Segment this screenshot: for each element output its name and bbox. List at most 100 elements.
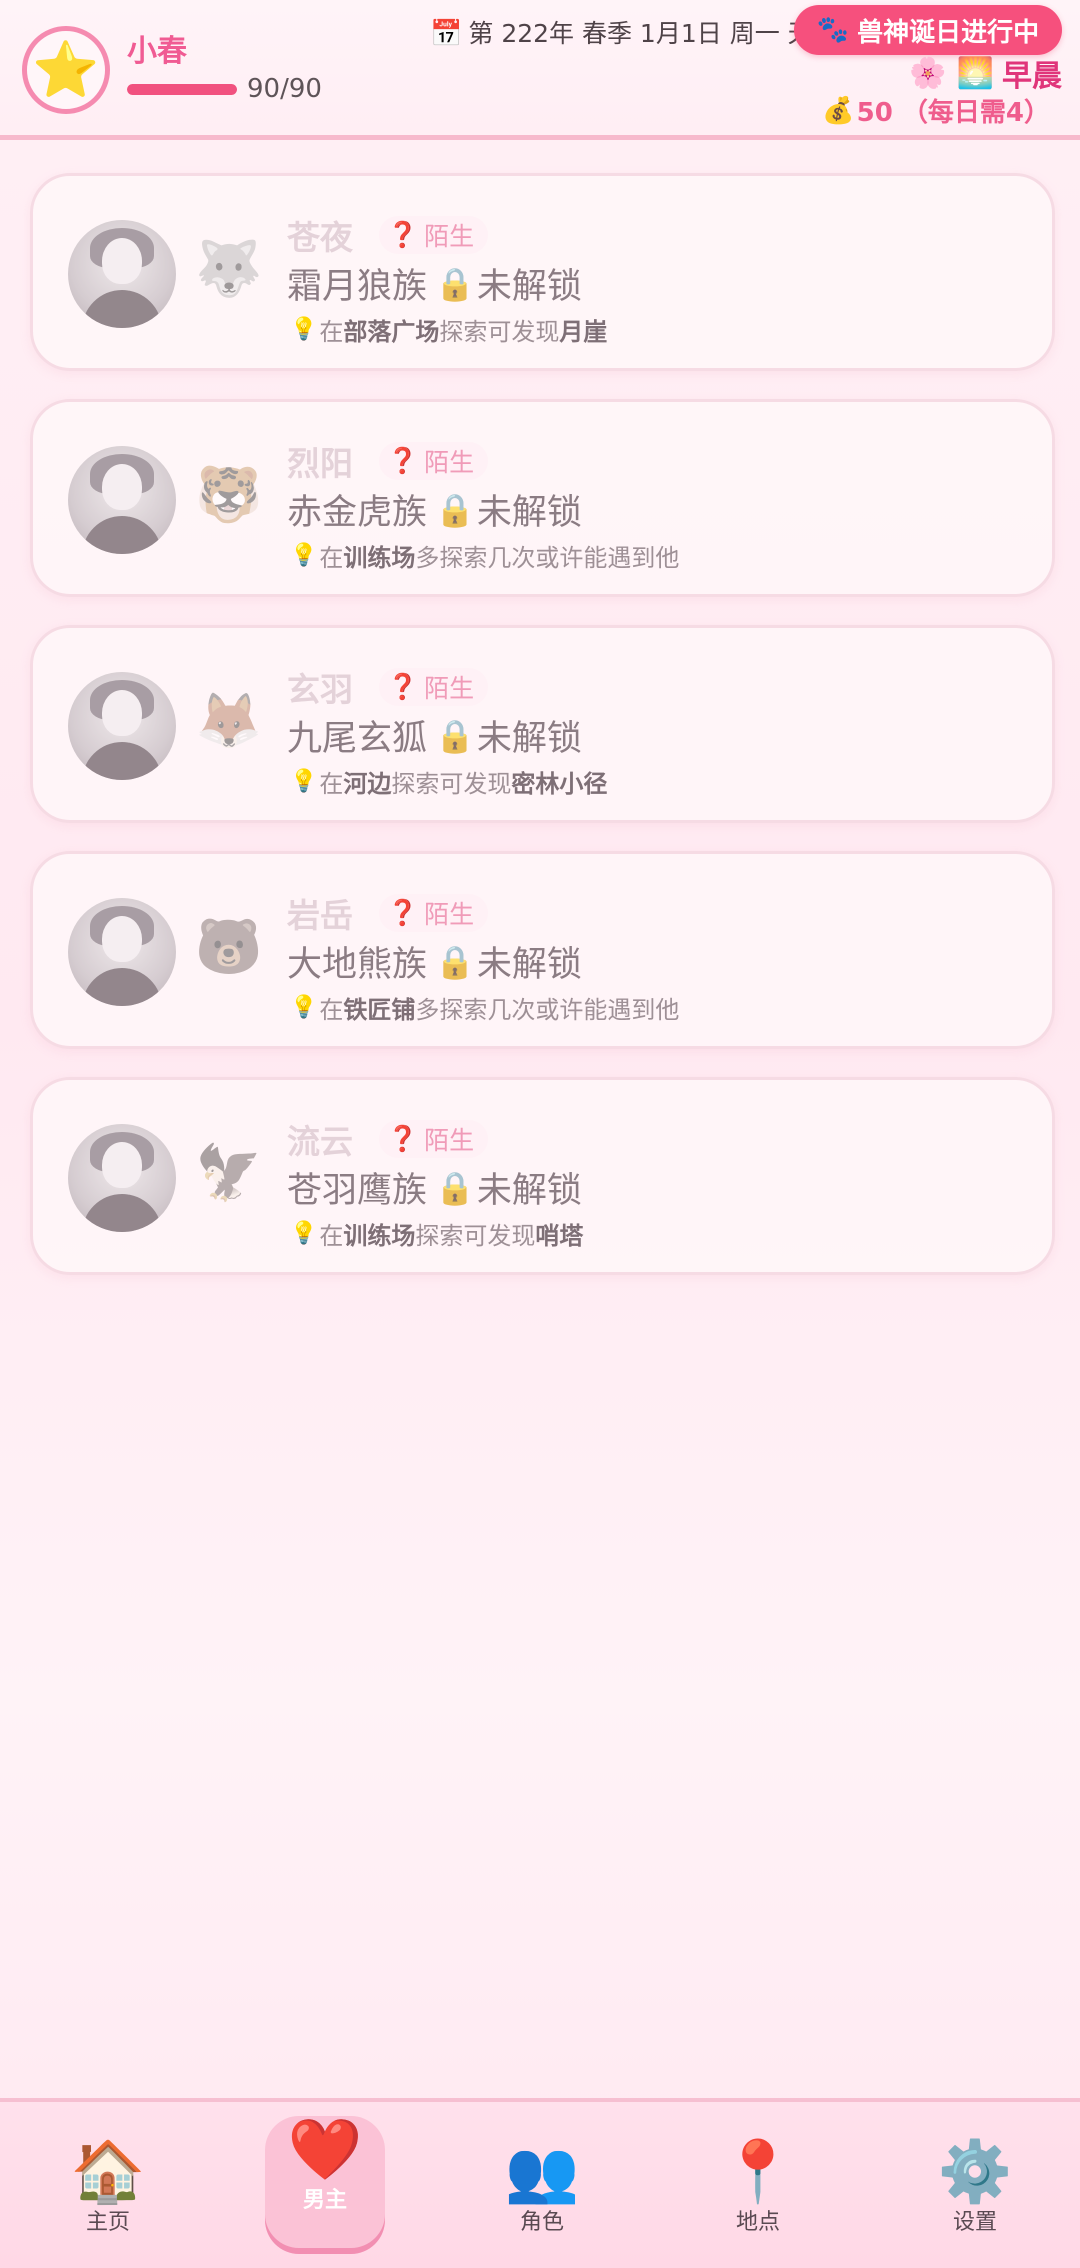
lightbulb-icon: 💡 [290, 995, 318, 1020]
relation-label: 陌生 [424, 222, 475, 251]
tribe-animal-icon: 🐯 [195, 463, 263, 526]
character-card[interactable]: 🐯 烈阳 ❓ 陌生 赤金虎族 🔒 未解锁 💡 在训练场 多探索几次或许能遇到他 [30, 399, 1055, 597]
hint-location: 训练场 [343, 544, 416, 572]
hint-target: 月崖 [559, 318, 608, 346]
lock-icon: 🔒 [435, 716, 475, 755]
nav-label: 地点 [735, 2210, 780, 2235]
nav-tab-male-leads[interactable]: ❤️ 男主 [260, 2116, 390, 2214]
gear-icon: ⚙️ [937, 2137, 1013, 2207]
lightbulb-icon: 💡 [290, 769, 318, 794]
house-icon: 🏠 [70, 2137, 146, 2207]
unlock-hint: 💡 在部落广场 探索可发现 月崖 [290, 312, 607, 347]
character-list: 🐺 苍夜 ❓ 陌生 霜月狼族 🔒 未解锁 💡 在部落广场 探索可发现 月崖 🐯 烈阳 ❓ 陌生… [30, 173, 1055, 1303]
character-name: 岩岳 [287, 896, 353, 935]
nav-tab-characters[interactable]: 👥 角色 [477, 2138, 607, 2236]
unlock-status: 未解锁 [476, 945, 582, 985]
character-card[interactable]: 🦅 流云 ❓ 陌生 苍羽鹰族 🔒 未解锁 💡 在训练场 探索可发现 哨塔 [30, 1077, 1055, 1275]
question-icon: ❓ [387, 672, 419, 701]
hint-text: 探索可发现 [391, 770, 512, 798]
tribe-animal-icon: 🐻 [195, 915, 263, 978]
relation-badge: ❓ 陌生 [379, 668, 489, 706]
season-time: 🌸 🌅 早晨 [899, 51, 1062, 95]
hp-bar [127, 84, 237, 95]
nav-label: 角色 [519, 2210, 564, 2235]
tribe-status: 九尾玄狐 🔒 未解锁 [287, 710, 582, 761]
tribe-name: 霜月狼族 [287, 267, 428, 307]
character-name: 烈阳 [287, 444, 353, 483]
cherry-blossom-icon: 🌸 [909, 55, 947, 91]
character-name: 苍夜 [287, 218, 353, 257]
star-icon: ⭐ [32, 38, 100, 101]
hint-text: 多探索几次或许能遇到他 [415, 996, 680, 1024]
nav-tab-locations[interactable]: 📍 地点 [693, 2138, 823, 2236]
nav-tab-home[interactable]: 🏠 主页 [43, 2138, 173, 2236]
hint-location: 铁匠铺 [343, 996, 416, 1024]
tribe-name: 九尾玄狐 [287, 719, 428, 759]
nav-label: 设置 [952, 2210, 997, 2235]
nav-label: 主页 [85, 2210, 130, 2235]
relation-badge: ❓ 陌生 [379, 442, 489, 480]
lightbulb-icon: 💡 [290, 317, 318, 342]
hint-location: 部落广场 [343, 318, 440, 346]
question-icon: ❓ [387, 1124, 419, 1153]
relation-label: 陌生 [424, 674, 475, 703]
unlock-hint: 💡 在训练场 探索可发现 哨塔 [290, 1216, 583, 1251]
hint-prefix: 在 [319, 544, 344, 572]
relation-badge: ❓ 陌生 [379, 216, 489, 254]
hint-prefix: 在 [319, 770, 344, 798]
nav-tab-settings[interactable]: ⚙️ 设置 [910, 2138, 1040, 2236]
top-status-bar: ⭐ 小春 90/90 📅 第 222年 春季 1月1日 周一 天 🐾 兽神诞日进行中… [0, 0, 1080, 140]
lock-icon: 🔒 [435, 490, 475, 529]
tribe-status: 苍羽鹰族 🔒 未解锁 [287, 1162, 582, 1213]
tribe-animal-icon: 🦊 [195, 689, 263, 752]
tribe-status: 赤金虎族 🔒 未解锁 [287, 484, 582, 535]
question-icon: ❓ [387, 446, 419, 475]
hint-location: 河边 [343, 770, 392, 798]
unlock-status: 未解锁 [476, 267, 582, 307]
tribe-status: 霜月狼族 🔒 未解锁 [287, 258, 582, 309]
unlock-hint: 💡 在训练场 多探索几次或许能遇到他 [290, 538, 679, 573]
hint-text: 探索可发现 [415, 1222, 536, 1250]
tribe-animal-icon: 🐺 [195, 237, 263, 300]
player-name: 小春 [127, 34, 187, 69]
sunrise-icon: 🌅 [956, 55, 994, 91]
people-icon: 👥 [504, 2137, 580, 2207]
lock-icon: 🔒 [435, 942, 475, 981]
event-banner-button[interactable]: 🐾 兽神诞日进行中 [794, 5, 1062, 55]
player-avatar[interactable]: ⭐ [22, 26, 110, 114]
character-name: 流云 [287, 1122, 353, 1161]
hp-value: 90/90 [247, 74, 322, 104]
unlock-status: 未解锁 [476, 1171, 582, 1211]
coin-text: 50 （每日需4） [856, 98, 1050, 128]
character-card[interactable]: 🦊 玄羽 ❓ 陌生 九尾玄狐 🔒 未解锁 💡 在河边 探索可发现 密林小径 [30, 625, 1055, 823]
hint-prefix: 在 [319, 318, 344, 346]
relation-badge: ❓ 陌生 [379, 894, 489, 932]
money-bag-icon: 💰 [822, 95, 855, 126]
hint-prefix: 在 [319, 1222, 344, 1250]
coin-balance: 💰 50 （每日需4） [822, 92, 1050, 129]
character-portrait [68, 220, 176, 328]
lightbulb-icon: 💡 [290, 543, 318, 568]
character-card[interactable]: 🐻 岩岳 ❓ 陌生 大地熊族 🔒 未解锁 💡 在铁匠铺 多探索几次或许能遇到他 [30, 851, 1055, 1049]
question-icon: ❓ [387, 220, 419, 249]
tribe-name: 赤金虎族 [287, 493, 428, 533]
map-pin-icon: 📍 [720, 2137, 796, 2207]
calendar-icon: 📅 [430, 19, 463, 49]
hint-target: 哨塔 [535, 1222, 584, 1250]
hint-prefix: 在 [319, 996, 344, 1024]
character-card[interactable]: 🐺 苍夜 ❓ 陌生 霜月狼族 🔒 未解锁 💡 在部落广场 探索可发现 月崖 [30, 173, 1055, 371]
hint-target: 密林小径 [511, 770, 608, 798]
event-label: 兽神诞日进行中 [857, 17, 1040, 48]
relation-label: 陌生 [424, 448, 475, 477]
lock-icon: 🔒 [435, 1168, 475, 1207]
character-portrait [68, 898, 176, 1006]
character-portrait [68, 446, 176, 554]
character-portrait [68, 1124, 176, 1232]
paw-icon: 🐾 [816, 15, 850, 45]
character-name: 玄羽 [287, 670, 353, 709]
unlock-status: 未解锁 [476, 493, 582, 533]
character-portrait [68, 672, 176, 780]
unlock-hint: 💡 在河边 探索可发现 密林小径 [290, 764, 607, 799]
unlock-hint: 💡 在铁匠铺 多探索几次或许能遇到他 [290, 990, 679, 1025]
time-of-day: 早晨 [1002, 59, 1062, 94]
